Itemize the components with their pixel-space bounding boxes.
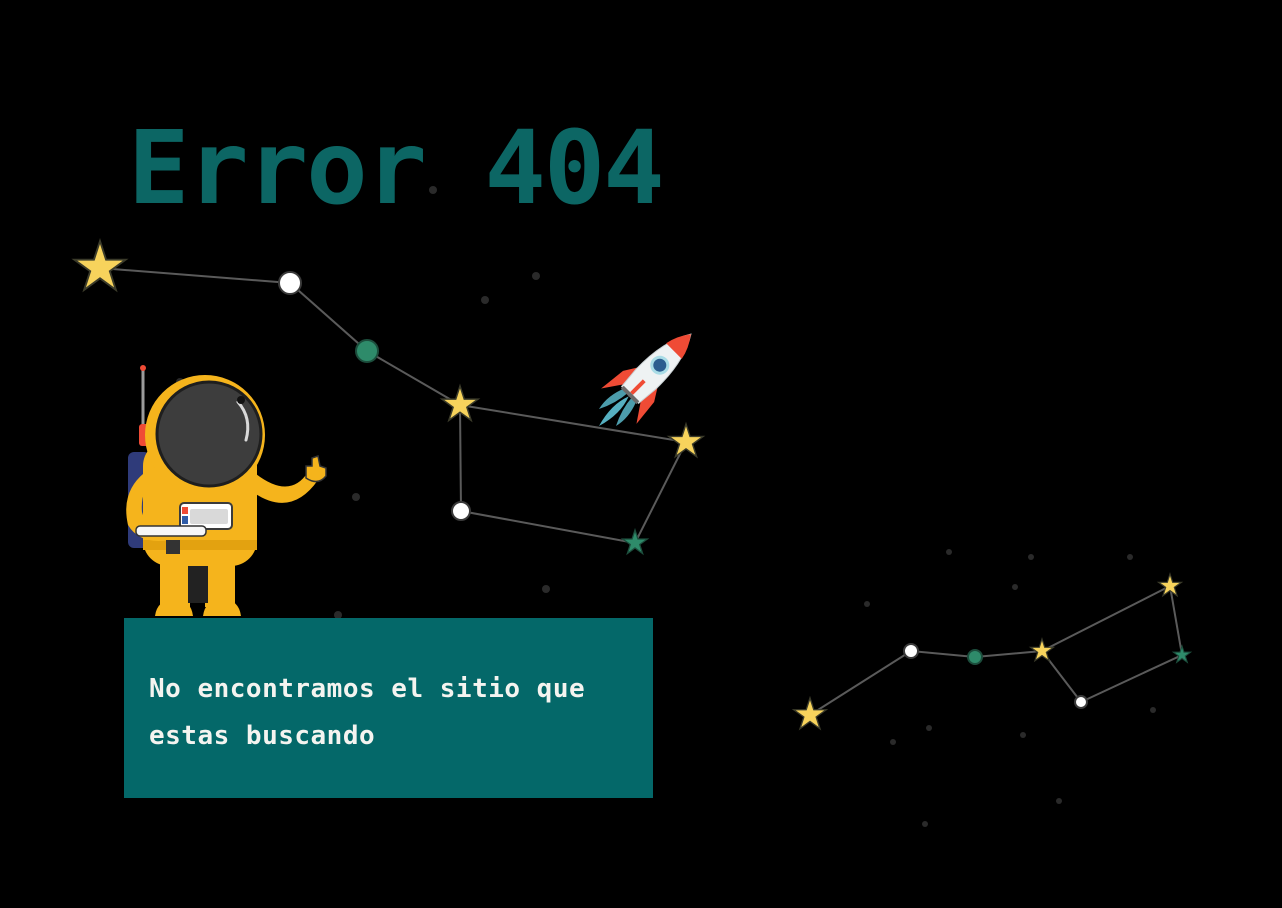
dust-dot [1020, 732, 1026, 738]
star-icon [623, 530, 648, 554]
dust-dot [946, 549, 952, 555]
message-box: No encontramos el sitio que estas buscan… [124, 618, 653, 798]
dust-dot [542, 585, 550, 593]
constellation-node [1074, 695, 1088, 709]
dust-dot [352, 493, 360, 501]
rocket-icon [598, 333, 692, 427]
star-icon [1173, 646, 1190, 662]
star-icon [669, 424, 703, 457]
dust-dot [481, 296, 489, 304]
dust-dot [1012, 584, 1018, 590]
not-found-message: No encontramos el sitio que estas buscan… [149, 674, 586, 751]
constellation-node [967, 649, 983, 665]
dust-dot [1127, 554, 1133, 560]
dust-dot [1150, 707, 1156, 713]
constellation-node [903, 643, 919, 659]
star-icon [1031, 639, 1054, 661]
error-title: Error 404 [128, 109, 665, 228]
dust-dot [926, 725, 932, 731]
star-icon [74, 241, 125, 290]
dust-dot [532, 272, 540, 280]
dust-dot [922, 821, 928, 827]
dust-dot [890, 739, 896, 745]
constellation-node [278, 271, 302, 295]
dust-dot [1028, 554, 1034, 560]
astronaut-icon [126, 365, 327, 616]
dust-dot [1056, 798, 1062, 804]
constellation-node [451, 501, 471, 521]
star-icon [794, 698, 826, 729]
star-icon [1159, 574, 1182, 596]
constellation-node [355, 339, 379, 363]
dust-dot [864, 601, 870, 607]
constellation-small [794, 574, 1191, 729]
